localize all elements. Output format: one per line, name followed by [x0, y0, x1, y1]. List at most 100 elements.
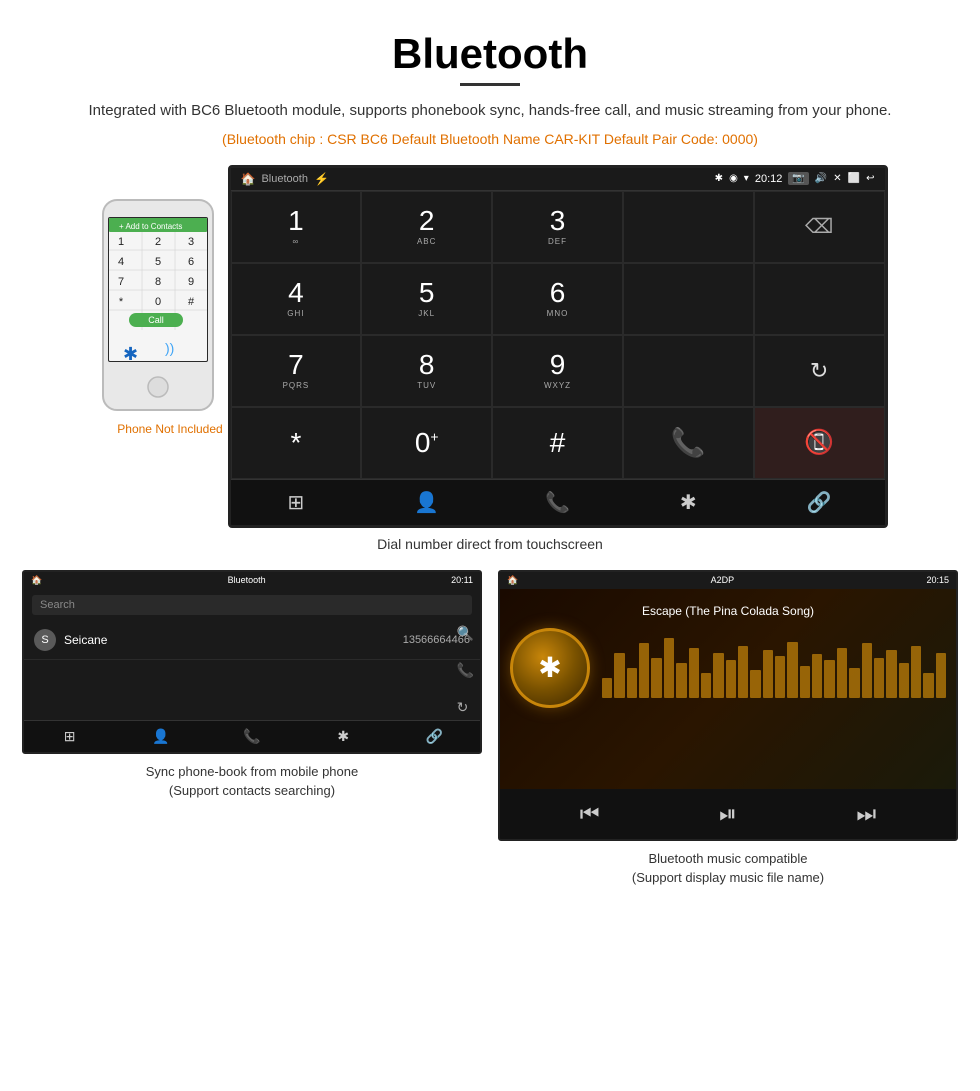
song-title: Escape (The Pina Colada Song)	[642, 604, 814, 618]
vis-bar	[923, 673, 933, 698]
pb-bottom-phone[interactable]: 📞	[206, 728, 297, 745]
svg-text:+ Add to Contacts: + Add to Contacts	[119, 222, 182, 231]
svg-text:✱: ✱	[123, 344, 138, 364]
dial-key-5[interactable]: 5JKL	[361, 263, 492, 335]
phonebook-bottom-bar: ⊞ 👤 📞 ✱ 🔗	[24, 720, 480, 752]
svg-text:4: 4	[117, 256, 123, 268]
bottom-icon-grid[interactable]: ⊞	[231, 490, 362, 515]
side-phone-icon[interactable]: 📞	[457, 662, 474, 679]
side-reload-icon[interactable]: ↻	[457, 699, 474, 716]
dial-key-2[interactable]: 2ABC	[361, 191, 492, 263]
bt-status-icon: ✱	[715, 173, 723, 184]
svg-text:6: 6	[187, 256, 193, 268]
dial-key-8[interactable]: 8TUV	[361, 335, 492, 407]
contact-name: Seicane	[64, 633, 403, 647]
dial-end-button[interactable]: 📵	[754, 407, 885, 479]
vis-bar	[726, 660, 736, 698]
home-icon: 🏠	[241, 172, 256, 186]
album-bt-icon: ✱	[538, 651, 561, 684]
status-left-icons: 🏠 Bluetooth ⚡	[241, 172, 329, 186]
dial-key-3[interactable]: 3DEF	[492, 191, 623, 263]
dial-key-9[interactable]: 9WXYZ	[492, 335, 623, 407]
svg-text:Call: Call	[148, 315, 164, 325]
music-controls: ⏮ ⏯ ⏭	[500, 789, 956, 839]
svg-text:3: 3	[187, 236, 193, 248]
dial-call-button[interactable]: 📞	[623, 407, 754, 479]
search-placeholder: Search	[40, 599, 75, 611]
vis-bar	[899, 663, 909, 698]
music-screen-wrap: 🏠 A2DP 20:15 Escape (The Pina Colada Son…	[498, 570, 958, 888]
dial-empty-2	[623, 263, 754, 335]
vis-bar	[602, 678, 612, 698]
vis-bar	[701, 673, 711, 698]
play-pause-button[interactable]: ⏯	[719, 801, 737, 827]
dial-empty-1	[623, 191, 754, 263]
phonebook-screen-wrap: 🏠 Bluetooth 20:11 Search S Seicane 13566…	[22, 570, 482, 888]
bottom-icon-bluetooth[interactable]: ✱	[623, 490, 754, 515]
dial-key-6[interactable]: 6MNO	[492, 263, 623, 335]
bottom-icon-contacts[interactable]: 👤	[361, 490, 492, 515]
phonebook-side-icons: 🔍 📞 ↻	[457, 625, 474, 716]
vis-bar	[775, 656, 785, 698]
phonebook-home-icon: 🏠	[31, 575, 42, 586]
vis-bar	[800, 666, 810, 698]
bottom-icon-phone[interactable]: 📞	[492, 490, 623, 515]
bottom-icon-link[interactable]: 🔗	[754, 490, 885, 515]
phonebook-search-bar[interactable]: Search	[32, 595, 472, 615]
vis-bar	[627, 668, 637, 698]
svg-text:0: 0	[154, 296, 160, 308]
vis-bar	[750, 670, 760, 698]
svg-text:8: 8	[154, 276, 160, 288]
phonebook-time: 20:11	[451, 575, 473, 585]
subtitle-text: Integrated with BC6 Bluetooth module, su…	[20, 100, 960, 123]
music-home-icon: 🏠	[507, 575, 518, 586]
dial-key-star[interactable]: *	[231, 407, 362, 479]
dial-empty-3	[754, 263, 885, 335]
dial-backspace[interactable]: ⌫	[754, 191, 885, 263]
music-status-bar: 🏠 A2DP 20:15	[500, 572, 956, 589]
prev-track-button[interactable]: ⏮	[580, 801, 600, 827]
vis-bar	[614, 653, 624, 698]
dial-key-0[interactable]: 0+	[361, 407, 492, 479]
phonebook-mini-screen: 🏠 Bluetooth 20:11 Search S Seicane 13566…	[22, 570, 482, 754]
time-display: 20:12	[755, 173, 783, 185]
contact-list-item[interactable]: S Seicane 13566664466	[24, 621, 480, 660]
pb-bottom-link[interactable]: 🔗	[389, 728, 480, 745]
dial-key-1[interactable]: 1∞	[231, 191, 362, 263]
side-search-icon[interactable]: 🔍	[457, 625, 474, 642]
vis-bar	[936, 653, 946, 698]
usb-icon: ⚡	[314, 172, 329, 186]
pb-bottom-contacts[interactable]: 👤	[115, 728, 206, 745]
vis-bar	[713, 653, 723, 698]
title-divider	[460, 83, 520, 86]
vis-bar	[824, 660, 834, 698]
album-art: ✱	[510, 628, 590, 708]
camera-icon: 📷	[788, 172, 808, 185]
main-section: + Add to Contacts 1 2 3 4 5 6 7 8 9 * 0 …	[20, 165, 960, 528]
music-content-area: Escape (The Pina Colada Song) ✱	[500, 589, 956, 789]
back-icon[interactable]: ↩	[866, 173, 874, 184]
vis-bar	[911, 646, 921, 698]
vis-bar	[886, 650, 896, 698]
phonebook-title: Bluetooth	[228, 575, 266, 585]
vis-bar	[874, 658, 884, 698]
svg-text:)): ))	[165, 340, 174, 356]
main-status-bar: 🏠 Bluetooth ⚡ ✱ ◉ ▾ 20:12 📷 🔊 ✕ ⬜ ↩	[231, 168, 885, 190]
svg-text:1: 1	[117, 236, 123, 248]
main-device-screen: 🏠 Bluetooth ⚡ ✱ ◉ ▾ 20:12 📷 🔊 ✕ ⬜ ↩ 1∞ 2…	[228, 165, 888, 528]
bluetooth-title: Bluetooth	[261, 173, 307, 185]
page-title: Bluetooth	[20, 30, 960, 78]
dial-key-4[interactable]: 4GHI	[231, 263, 362, 335]
music-time: 20:15	[926, 575, 949, 585]
vis-bar	[763, 650, 773, 698]
pb-bottom-grid[interactable]: ⊞	[24, 728, 115, 745]
pb-bottom-bt[interactable]: ✱	[298, 728, 389, 745]
window-icon: ⬜	[848, 173, 860, 184]
dial-key-7[interactable]: 7PQRS	[231, 335, 362, 407]
dial-reload[interactable]: ↻	[754, 335, 885, 407]
dial-key-hash[interactable]: #	[492, 407, 623, 479]
music-caption: Bluetooth music compatible (Support disp…	[632, 849, 824, 888]
next-track-button[interactable]: ⏭	[856, 801, 876, 827]
vis-bar	[787, 642, 797, 698]
vis-bar	[639, 643, 649, 698]
